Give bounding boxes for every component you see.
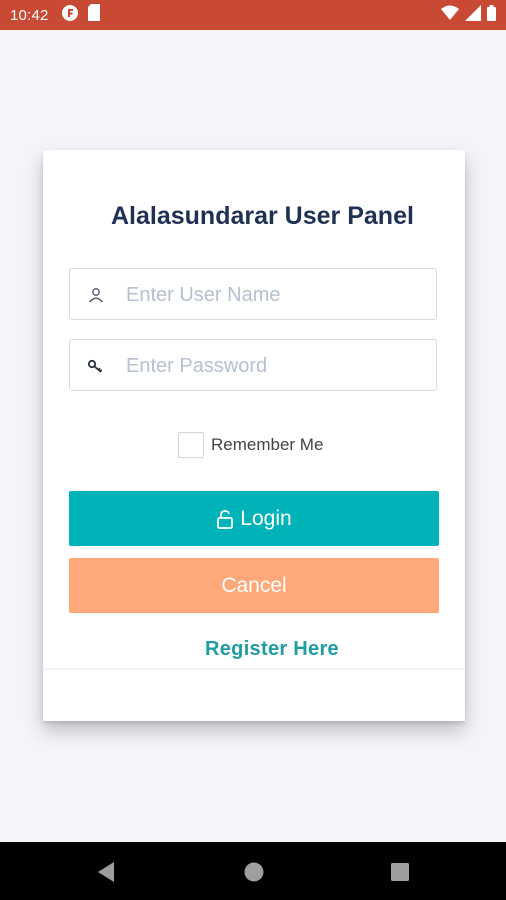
home-icon[interactable] — [242, 860, 266, 884]
login-card: Alalasundarar User Panel Remember Me — [43, 150, 465, 721]
password-input[interactable] — [124, 340, 428, 392]
wifi-icon — [441, 5, 459, 26]
status-left-icons — [61, 4, 101, 27]
battery-icon — [487, 4, 496, 26]
username-field[interactable] — [69, 268, 437, 321]
login-label: Login — [240, 506, 292, 530]
login-button[interactable]: Login — [69, 491, 439, 546]
back-icon[interactable] — [94, 860, 118, 884]
password-field[interactable] — [69, 339, 437, 392]
notification-f-icon — [61, 4, 79, 27]
status-time: 10:42 — [10, 6, 49, 24]
signal-icon — [465, 4, 481, 26]
register-link[interactable]: Register Here — [43, 638, 501, 661]
status-right-icons — [441, 4, 496, 26]
sd-card-icon — [87, 4, 101, 26]
username-input[interactable] — [124, 269, 428, 321]
unlock-icon — [216, 509, 234, 529]
cancel-label: Cancel — [221, 573, 287, 597]
recents-icon[interactable] — [388, 860, 412, 884]
page-title: Alalasundarar User Panel — [111, 202, 414, 230]
divider — [43, 668, 465, 670]
key-icon — [86, 356, 106, 376]
remember-me-label: Remember Me — [211, 435, 324, 454]
remember-me[interactable]: Remember Me — [178, 432, 323, 458]
user-icon — [86, 285, 106, 305]
remember-me-checkbox[interactable] — [178, 432, 204, 458]
status-bar: 10:42 — [0, 0, 506, 30]
cancel-button[interactable]: Cancel — [69, 558, 439, 613]
navigation-bar — [0, 842, 506, 900]
